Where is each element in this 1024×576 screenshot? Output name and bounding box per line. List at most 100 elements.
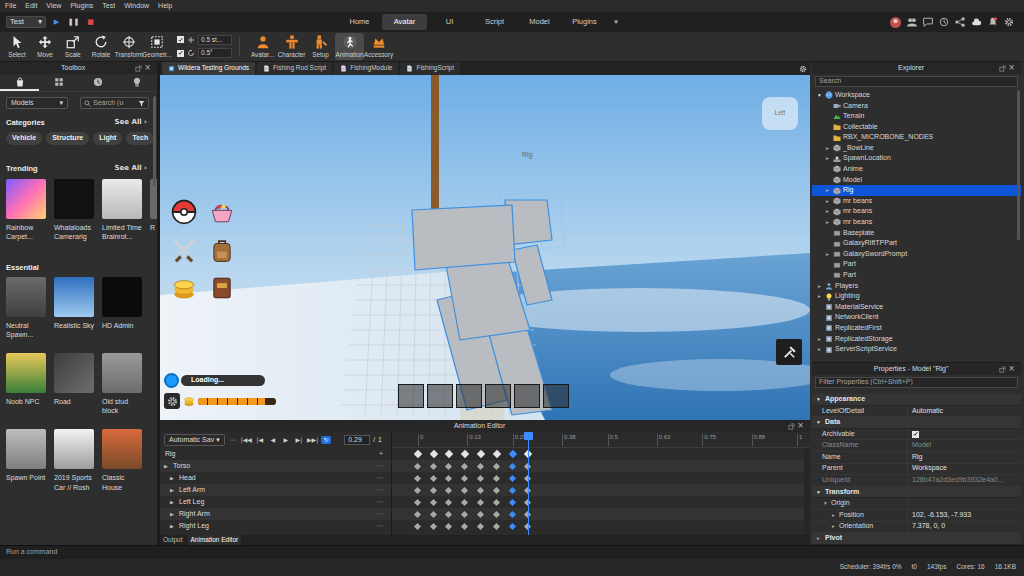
keyframe[interactable] (430, 450, 438, 458)
explorer-item[interactable]: ▸Players (812, 281, 1021, 292)
document-tab[interactable]: Wildera Testing Grounds (162, 62, 255, 75)
property-value[interactable]: Workspace (908, 464, 1021, 475)
book-icon[interactable] (208, 275, 236, 301)
keyframe[interactable] (430, 462, 437, 469)
keyframe[interactable] (493, 462, 500, 469)
property-value[interactable]: 7.378, 0, 0 (908, 522, 1021, 533)
hotbar-slot[interactable] (398, 384, 424, 408)
ribbon-more-button[interactable]: ▾ (609, 18, 623, 27)
more-menu-button[interactable]: ⋯ (228, 436, 238, 444)
explorer-item[interactable]: RBX_MICROBONE_NODES (812, 132, 1021, 143)
history-icon[interactable] (939, 17, 949, 27)
add-track-button[interactable]: + (379, 450, 383, 459)
ribbon-tab[interactable]: Script (472, 14, 517, 30)
keyframe[interactable] (509, 522, 516, 529)
expand-toggle-icon[interactable]: ▸ (816, 293, 823, 300)
expand-toggle-icon[interactable]: ▶ (170, 511, 176, 517)
property-value[interactable]: Automatic (908, 406, 1021, 417)
mode-dropdown[interactable]: Test▾ (6, 16, 46, 28)
keyframe[interactable] (430, 510, 437, 517)
track-menu-button[interactable]: ⋯ (376, 462, 383, 471)
keyframe[interactable] (477, 522, 484, 529)
expand-toggle-icon[interactable]: ▸ (824, 208, 831, 215)
keyframe[interactable] (430, 522, 437, 529)
scrollbar[interactable] (153, 96, 156, 186)
asset-item[interactable]: Spawn Point (6, 429, 50, 491)
expand-toggle-icon[interactable]: ▸ (824, 145, 831, 152)
track-menu-button[interactable]: ⋯ (376, 486, 383, 495)
search-field[interactable] (93, 99, 136, 108)
property-value[interactable]: 102, -6.153, -7.933 (908, 510, 1021, 521)
track-menu-button[interactable]: ⋯ (376, 522, 383, 531)
explorer-item[interactable]: ▸Lighting (812, 291, 1021, 302)
viewport[interactable]: RigLeftLoading... (160, 75, 810, 420)
category-chip[interactable]: Vehicle (6, 132, 42, 145)
track-row[interactable]: ▶Torso⋯ (160, 460, 391, 472)
filter-field[interactable] (819, 378, 1014, 387)
expand-toggle-icon[interactable]: ▸ (816, 283, 823, 290)
explorer-item[interactable]: Collectable (812, 122, 1021, 133)
command-field[interactable] (6, 548, 1018, 557)
transport-button[interactable]: |◀ (255, 436, 265, 444)
menu-item[interactable]: Help (158, 2, 172, 11)
asset-item[interactable]: Rainbow Carpet... (6, 179, 50, 241)
track-row[interactable]: ▶Right Arm⋯ (160, 508, 391, 520)
category-chip[interactable]: Tech (126, 132, 154, 145)
keyframe[interactable] (477, 450, 485, 458)
accessory-tool-button[interactable]: Accessory (364, 33, 393, 60)
explorer-item[interactable]: ▸_BowLine (812, 143, 1021, 154)
team-icon[interactable] (907, 17, 917, 27)
property-toggle-icon[interactable]: ▸ (830, 523, 837, 530)
view-cube[interactable]: Left (762, 97, 798, 130)
animation-tool-button[interactable]: Animation (335, 33, 364, 60)
property-value[interactable]: Rig (908, 452, 1021, 463)
keyframe[interactable] (461, 522, 468, 529)
toolbox-tab[interactable] (39, 74, 78, 91)
keyframe[interactable] (461, 498, 468, 505)
document-tab[interactable]: FishingModule (334, 62, 398, 75)
ribbon-tab[interactable]: Model (517, 14, 562, 30)
backpack-icon[interactable] (208, 237, 236, 263)
asset-item[interactable]: HD Admin (102, 277, 146, 339)
explorer-item[interactable]: Part (812, 260, 1021, 271)
menu-item[interactable]: Window (124, 2, 149, 11)
asset-item[interactable]: 2019 Sports Car // Rosh (54, 429, 98, 491)
keyframe[interactable] (493, 474, 500, 481)
keyframe[interactable] (509, 498, 516, 505)
keyframe[interactable] (430, 498, 437, 505)
hud-settings-button[interactable] (164, 393, 180, 409)
keyframe[interactable] (509, 450, 517, 458)
bottom-tab[interactable]: Animation Editor (188, 535, 242, 545)
keyframe[interactable] (493, 450, 501, 458)
explorer-item[interactable]: ReplicatedFirst (812, 323, 1021, 334)
explorer-item[interactable]: ▸SpawnLocation (812, 154, 1021, 165)
keyframe[interactable] (509, 486, 516, 493)
toolbox-tab[interactable] (118, 74, 157, 91)
explorer-item[interactable]: NetworkClient (812, 312, 1021, 323)
property-toggle-icon[interactable]: ▾ (822, 500, 829, 507)
time-field[interactable]: 0.29 (344, 435, 370, 446)
asset-item[interactable]: Whataloads Camerarig (54, 179, 98, 241)
select-tool-button[interactable]: Select (3, 33, 31, 60)
keyframe[interactable] (445, 486, 452, 493)
document-tab[interactable]: FishingScript (400, 62, 460, 75)
explorer-item[interactable]: ▸mr beans (812, 217, 1021, 228)
menu-item[interactable]: File (5, 2, 16, 11)
menu-item[interactable]: Edit (25, 2, 37, 11)
keyframe[interactable] (477, 510, 484, 517)
close-button[interactable]: × (142, 63, 153, 73)
ribbon-tab[interactable]: Home (337, 14, 382, 30)
hotbar-slot[interactable] (485, 384, 511, 408)
snap-value-field[interactable]: 0.5 st... (198, 35, 232, 45)
track-menu-button[interactable]: ⋯ (376, 510, 383, 519)
bottom-tab[interactable]: Output (160, 535, 186, 545)
expand-toggle-icon[interactable]: ▸ (824, 219, 831, 226)
menu-item[interactable]: View (46, 2, 61, 11)
keyframe[interactable] (430, 486, 437, 493)
hotbar-slot[interactable] (514, 384, 540, 408)
explorer-item[interactable]: ▸GalaxySwordPrompt (812, 249, 1021, 260)
category-chip[interactable]: Light (93, 132, 122, 145)
keyframe[interactable] (493, 498, 500, 505)
setup-tool-button[interactable]: Setup (306, 33, 335, 60)
track-row[interactable]: ▶Right Leg⋯ (160, 520, 391, 532)
